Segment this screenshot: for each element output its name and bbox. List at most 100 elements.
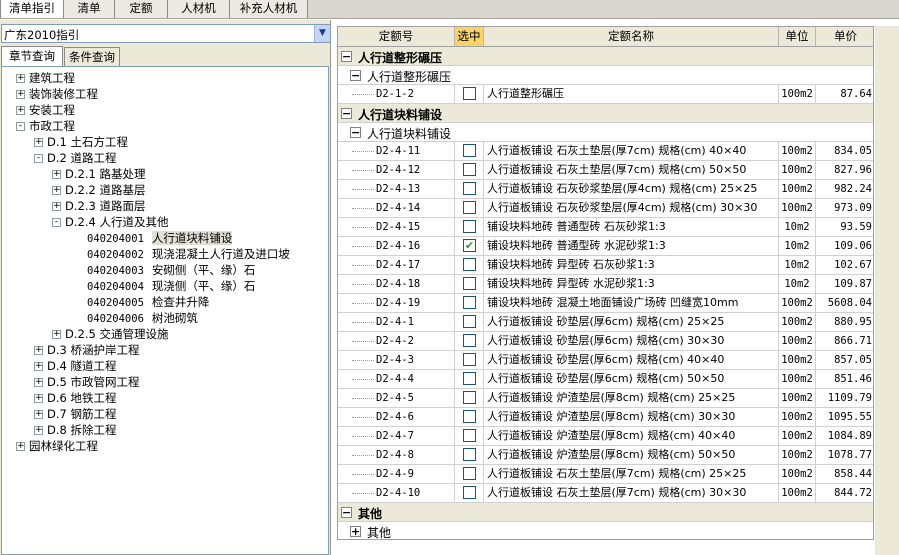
checkbox[interactable]	[463, 144, 476, 157]
table-row[interactable]: D2-1-2 人行道整形碾压 100m2 87.64	[338, 85, 873, 104]
table-row[interactable]: D2-4-3 人行道板铺设 砂垫层(厚6cm) 规格(cm) 40×40 100m2…	[338, 351, 873, 370]
table-row[interactable]: D2-4-9 人行道板铺设 石灰土垫层(厚7cm) 规格(cm) 25×25 100…	[338, 465, 873, 484]
collapse-icon[interactable]: -	[16, 122, 25, 131]
expand-icon[interactable]: +	[16, 90, 25, 99]
expand-icon[interactable]: +	[34, 138, 43, 147]
tab-supplement-lmm[interactable]: 补充人材机	[230, 0, 308, 18]
expand-icon[interactable]: +	[34, 394, 43, 403]
collapse-icon[interactable]: −	[341, 51, 352, 62]
expand-icon[interactable]: +	[34, 378, 43, 387]
subgroup-row[interactable]: − 人行道整形碾压	[338, 66, 873, 85]
collapse-icon[interactable]: -	[52, 218, 61, 227]
table-row[interactable]: D2-4-7 人行道板铺设 炉渣垫层(厚8cm) 规格(cm) 40×40 100m…	[338, 427, 873, 446]
checkbox[interactable]	[463, 372, 476, 385]
cell-unit: 100m2	[779, 408, 816, 426]
table-row[interactable]: D2-4-15 铺设块料地砖 普通型砖 石灰砂浆1:3 10m2 93.59	[338, 218, 873, 237]
collapse-icon[interactable]: -	[34, 154, 43, 163]
col-quota-no[interactable]: 定额号	[338, 27, 455, 46]
expand-icon[interactable]: +	[350, 526, 361, 537]
expand-icon[interactable]: +	[16, 106, 25, 115]
table-row[interactable]: D2-4-2 人行道板铺设 砂垫层(厚6cm) 规格(cm) 30×30 100m2…	[338, 332, 873, 351]
cell-quota-name: 铺设块料地砖 普通型砖 水泥砂浆1:3	[484, 237, 779, 255]
expand-icon[interactable]: +	[34, 410, 43, 419]
checkbox-checked[interactable]: ✔	[463, 239, 476, 252]
expand-icon[interactable]: +	[16, 442, 25, 451]
checkbox[interactable]	[463, 296, 476, 309]
chevron-down-icon[interactable]: ▼	[314, 25, 330, 42]
table-row[interactable]: D2-4-10 人行道板铺设 石灰土垫层(厚7cm) 规格(cm) 30×30 10…	[338, 484, 873, 503]
table-row[interactable]: D2-4-4 人行道板铺设 砂垫层(厚6cm) 规格(cm) 50×50 100m2…	[338, 370, 873, 389]
col-unit[interactable]: 单位	[779, 27, 816, 46]
chapter-tree[interactable]: + 建筑工程 + 装饰装修工程 + 安装工程 - 市政工程 + D.1 土石方工程 - D.2 道路工…	[1, 66, 329, 555]
checkbox[interactable]	[463, 486, 476, 499]
checkbox[interactable]	[463, 258, 476, 271]
col-selected[interactable]: 选中	[455, 27, 484, 46]
tab-quota[interactable]: 定额	[115, 0, 168, 18]
expand-icon[interactable]: +	[52, 170, 61, 179]
tree-node-code: 040204006	[87, 313, 144, 325]
table-row[interactable]: D2-4-18 铺设块料地砖 异型砖 水泥砂浆1:3 10m2 109.87	[338, 275, 873, 294]
expand-icon[interactable]: +	[34, 346, 43, 355]
checkbox[interactable]	[463, 448, 476, 461]
cell-unit-price: 1078.77	[827, 449, 872, 461]
checkbox[interactable]	[463, 429, 476, 442]
checkbox[interactable]	[463, 87, 476, 100]
table-row[interactable]: D2-4-16 ✔ 铺设块料地砖 普通型砖 水泥砂浆1:3 10m2 109.06	[338, 237, 873, 256]
checkbox[interactable]	[463, 391, 476, 404]
table-row[interactable]: D2-4-1 人行道板铺设 砂垫层(厚6cm) 规格(cm) 25×25 100m2…	[338, 313, 873, 332]
cell-selected	[455, 161, 484, 179]
checkbox[interactable]	[463, 220, 476, 233]
cell-quota-no: D2-4-9	[338, 465, 455, 483]
tree-node-label: D.2.5 交通管理设施	[65, 327, 169, 341]
tree-node-label: 市政工程	[29, 119, 75, 133]
tab-bill-guide[interactable]: 清单指引	[0, 0, 64, 18]
collapse-icon[interactable]: −	[350, 70, 361, 81]
table-row[interactable]: D2-4-14 人行道板铺设 石灰砂浆垫层(厚4cm) 规格(cm) 30×30 1…	[338, 199, 873, 218]
checkbox[interactable]	[463, 277, 476, 290]
cell-unit: 100m2	[779, 370, 816, 388]
checkbox[interactable]	[463, 315, 476, 328]
subgroup-row[interactable]: − 人行道块料铺设	[338, 123, 873, 142]
collapse-icon[interactable]: −	[350, 127, 361, 138]
tab-bill[interactable]: 清单	[64, 0, 115, 18]
table-row[interactable]: D2-4-17 铺设块料地砖 异型砖 石灰砂浆1:3 10m2 102.67	[338, 256, 873, 275]
cell-selected	[455, 313, 484, 331]
group-row[interactable]: − 人行道块料铺设	[338, 104, 873, 123]
expand-icon[interactable]: +	[34, 362, 43, 371]
checkbox[interactable]	[463, 334, 476, 347]
table-row[interactable]: D2-4-6 人行道板铺设 炉渣垫层(厚8cm) 规格(cm) 30×30 100m…	[338, 408, 873, 427]
table-row[interactable]: D2-4-5 人行道板铺设 炉渣垫层(厚8cm) 规格(cm) 25×25 100m…	[338, 389, 873, 408]
cell-unit: 10m2	[779, 275, 816, 293]
table-row[interactable]: D2-4-8 人行道板铺设 炉渣垫层(厚8cm) 规格(cm) 50×50 100m…	[338, 446, 873, 465]
collapse-icon[interactable]: −	[341, 507, 352, 518]
table-row[interactable]: D2-4-12 人行道板铺设 石灰土垫层(厚7cm) 规格(cm) 50×50 10…	[338, 161, 873, 180]
tab-condition-search[interactable]: 条件查询	[64, 47, 120, 66]
checkbox[interactable]	[463, 410, 476, 423]
subgroup-row[interactable]: + 其他	[338, 522, 873, 539]
col-unit-price[interactable]: 单价	[816, 27, 873, 46]
checkbox[interactable]	[463, 163, 476, 176]
cell-selected	[455, 351, 484, 369]
cell-unit-price: 973.09	[834, 202, 872, 214]
collapse-icon[interactable]: −	[341, 108, 352, 119]
checkbox[interactable]	[463, 467, 476, 480]
guide-combo[interactable]: 广东2010指引 ▼	[1, 24, 331, 43]
checkbox[interactable]	[463, 353, 476, 366]
table-row[interactable]: D2-4-19 铺设块料地砖 混凝土地面铺设广场砖 凹缝宽10mm 100m2 560…	[338, 294, 873, 313]
group-row[interactable]: − 人行道整形碾压	[338, 47, 873, 66]
expand-icon[interactable]: +	[16, 74, 25, 83]
table-row[interactable]: D2-4-11 人行道板铺设 石灰土垫层(厚7cm) 规格(cm) 40×40 10…	[338, 142, 873, 161]
group-row[interactable]: − 其他	[338, 503, 873, 522]
expand-icon[interactable]: +	[52, 186, 61, 195]
checkbox[interactable]	[463, 182, 476, 195]
tab-labor-material-machine[interactable]: 人材机	[168, 0, 230, 18]
cell-quota-name: 铺设块料地砖 异型砖 石灰砂浆1:3	[484, 256, 779, 274]
tree-node-code: 040204003	[87, 265, 144, 277]
tab-chapter-search[interactable]: 章节查询	[1, 46, 63, 66]
expand-icon[interactable]: +	[52, 330, 61, 339]
expand-icon[interactable]: +	[34, 426, 43, 435]
table-row[interactable]: D2-4-13 人行道板铺设 石灰砂浆垫层(厚4cm) 规格(cm) 25×25 1…	[338, 180, 873, 199]
col-quota-name[interactable]: 定额名称	[484, 27, 779, 46]
expand-icon[interactable]: +	[52, 202, 61, 211]
checkbox[interactable]	[463, 201, 476, 214]
